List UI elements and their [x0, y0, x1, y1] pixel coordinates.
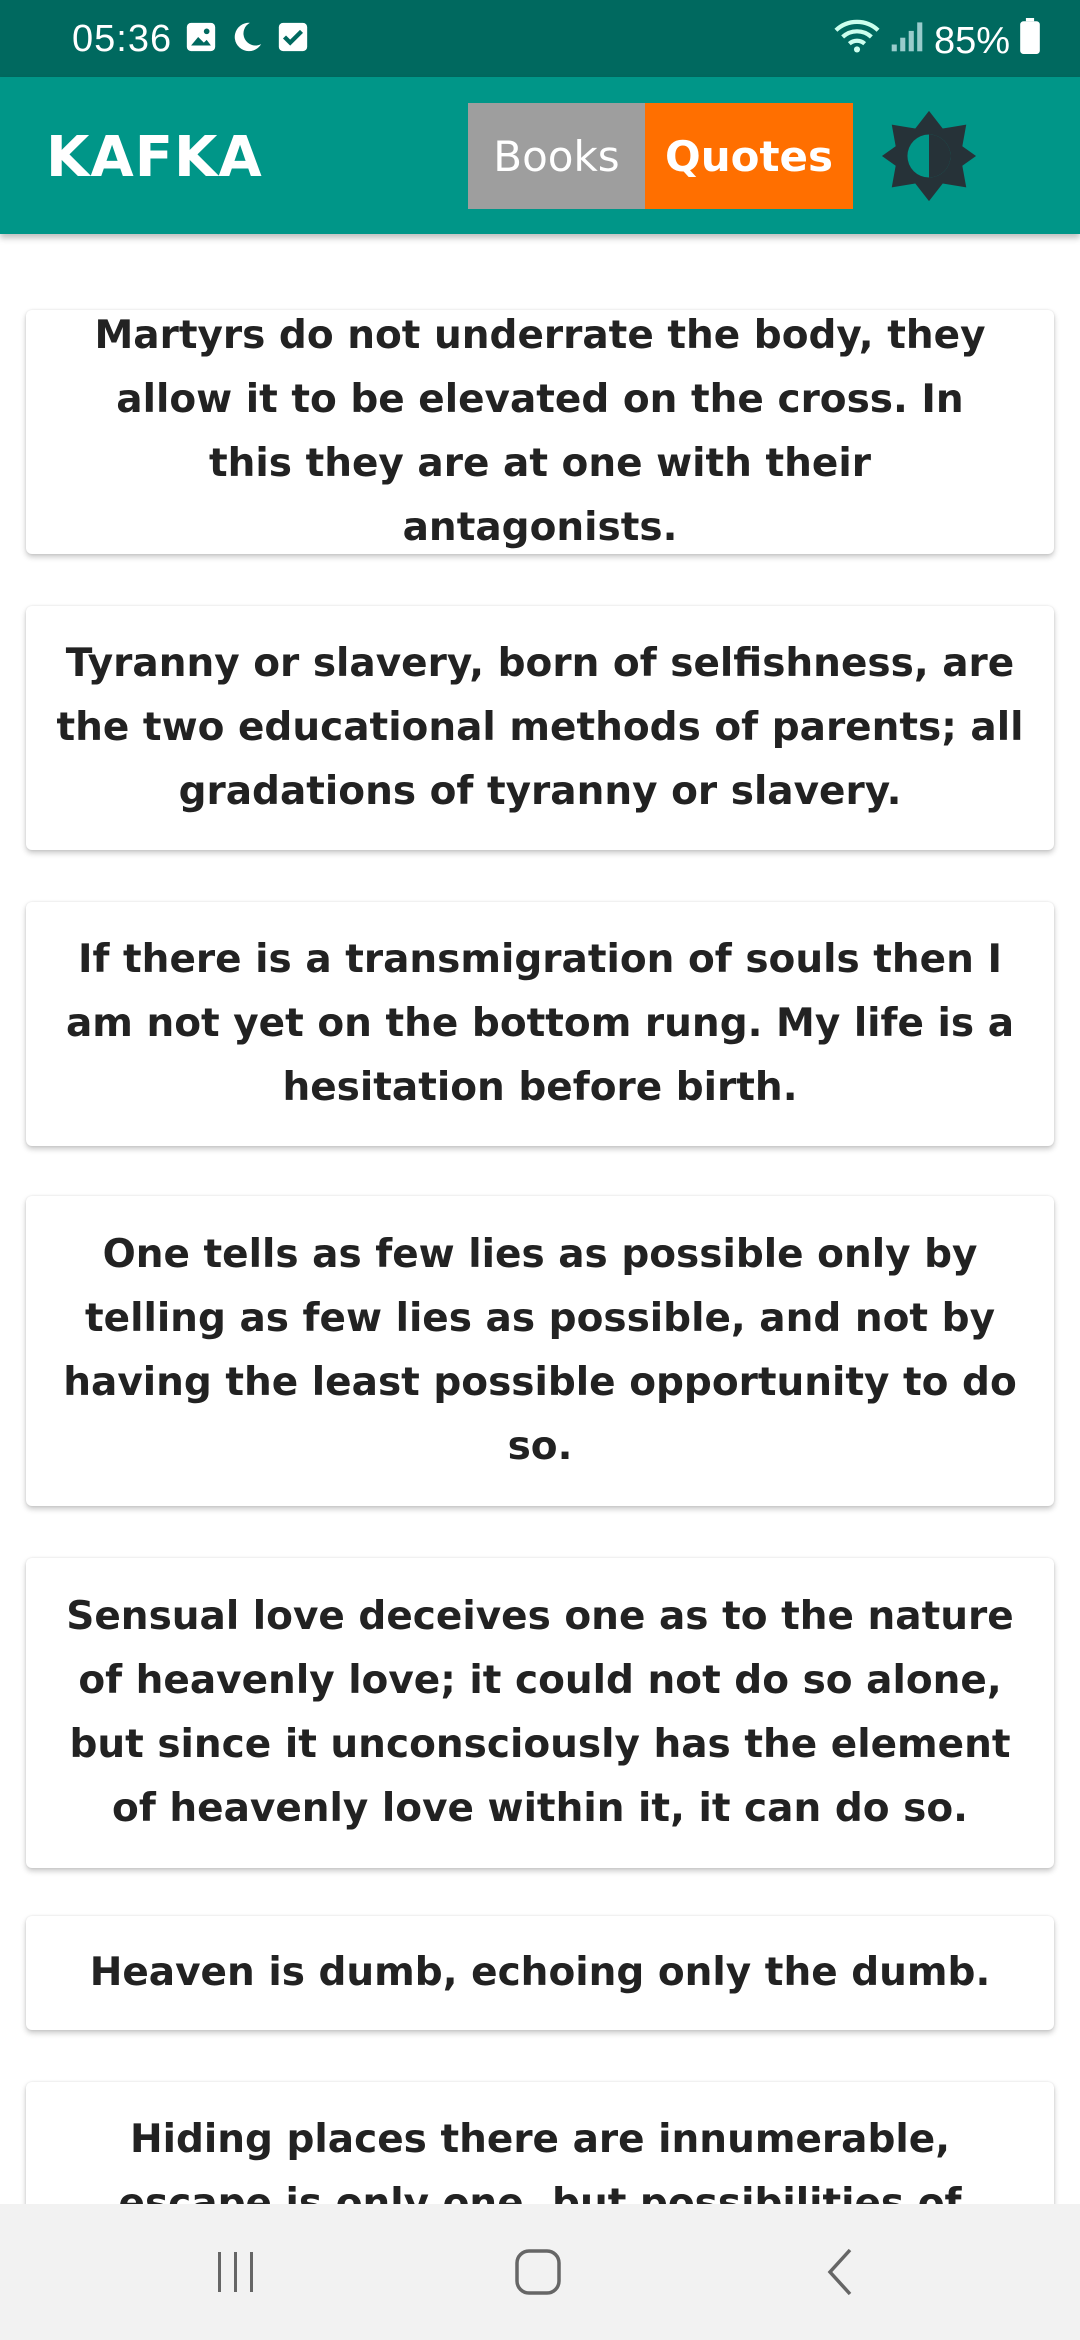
home-button[interactable]: [508, 2242, 568, 2302]
back-icon: [827, 2248, 852, 2296]
recent-apps-button[interactable]: [206, 2242, 266, 2302]
recent-apps-icon: [218, 2252, 253, 2292]
tab-quotes[interactable]: Quotes: [645, 103, 853, 209]
quote-card[interactable]: Tyranny or slavery, born of selfishness,…: [26, 606, 1054, 850]
quote-card[interactable]: Hiding places there are innumerable, esc…: [26, 2082, 1054, 2204]
battery-icon: [1020, 18, 1040, 64]
quote-card[interactable]: Sensual love deceives one as to the natu…: [26, 1558, 1054, 1868]
moon-icon: [230, 20, 264, 64]
status-system-icons: 85%: [834, 16, 1040, 66]
check-box-icon: [276, 20, 310, 64]
quote-text: If there is a transmigration of souls th…: [65, 937, 1015, 1110]
status-bar: 05:36 85%: [0, 0, 1080, 77]
quote-text: Heaven is dumb, echoing only the dumb.: [89, 1950, 991, 1995]
home-icon: [515, 2249, 561, 2295]
theme-toggle-button[interactable]: [880, 107, 978, 205]
quote-text: Hiding places there are innumerable, esc…: [118, 2117, 962, 2204]
battery-percent: 85%: [933, 19, 1010, 62]
image-icon: [184, 20, 218, 64]
quote-list[interactable]: Martyrs do not underrate the body, they …: [0, 234, 1080, 2204]
status-notification-icons: [184, 20, 310, 64]
quote-card[interactable]: One tells as few lies as possible only b…: [26, 1196, 1054, 1506]
navigation-bar: [0, 2204, 1080, 2340]
quote-card[interactable]: Heaven is dumb, echoing only the dumb.: [26, 1916, 1054, 2030]
status-time: 05:36: [72, 18, 173, 60]
app-bar: KAFKA Books Quotes: [0, 77, 1080, 234]
tab-books[interactable]: Books: [468, 103, 645, 209]
signal-icon: [890, 18, 924, 64]
quote-card[interactable]: Martyrs do not underrate the body, they …: [26, 310, 1054, 554]
brightness-icon: [881, 110, 977, 202]
back-button[interactable]: [812, 2242, 872, 2302]
wifi-icon: [834, 16, 880, 66]
quote-text: Martyrs do not underrate the body, they …: [94, 313, 986, 550]
quote-text: Sensual love deceives one as to the natu…: [66, 1594, 1014, 1831]
quote-text: Tyranny or slavery, born of selfishness,…: [56, 641, 1024, 814]
app-title: KAFKA: [46, 125, 263, 190]
quote-text: One tells as few lies as possible only b…: [63, 1232, 1017, 1469]
quote-card[interactable]: If there is a transmigration of souls th…: [26, 902, 1054, 1146]
